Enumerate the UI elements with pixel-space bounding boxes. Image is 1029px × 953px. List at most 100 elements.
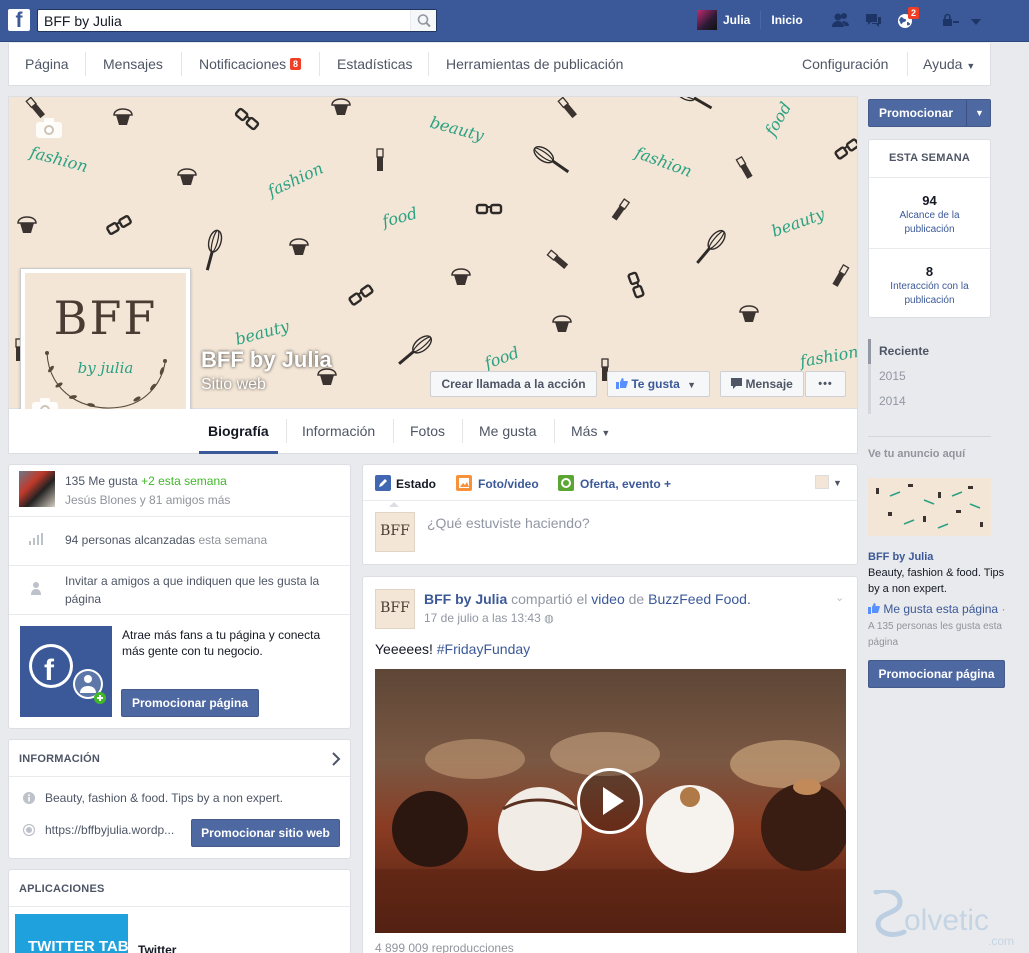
solvetic-logo-icon (873, 890, 907, 937)
chevron-right-icon[interactable] (331, 752, 341, 769)
post-video-link[interactable]: video (591, 591, 624, 607)
facebook-add-fans-icon: f (29, 644, 106, 704)
offer-event-icon (558, 475, 574, 494)
nav-page[interactable]: Página (25, 43, 69, 85)
cover-word-fashion-2: fashion (264, 158, 326, 201)
nav-notifications-badge: 8 (290, 58, 302, 70)
engagement-value: 8 (925, 264, 934, 279)
timeline-recent[interactable]: Reciente (879, 344, 929, 358)
user-name-link[interactable]: Julia (723, 13, 750, 27)
info-website-link[interactable]: https://bffbyjulia.wordp... (45, 823, 174, 837)
info-title[interactable]: INFORMACIÓN (19, 753, 100, 765)
solvetic-watermark-suffix: .com (988, 934, 1015, 948)
cover-word-beauty-2: beauty (769, 204, 828, 241)
likes-delta: +2 esta semana (141, 474, 227, 488)
thumbs-up-icon (616, 378, 628, 389)
tab-likes[interactable]: Me gusta (479, 409, 537, 453)
cover-word-beauty-3: beauty (233, 316, 292, 349)
chevron-down-icon[interactable]: ▼ (833, 478, 842, 488)
search-button[interactable] (410, 10, 436, 31)
more-options-button[interactable]: ••• (805, 371, 846, 397)
post-date[interactable]: 17 de julio a las 13:43 (424, 611, 541, 625)
nav-publishing-tools[interactable]: Herramientas de publicación (446, 43, 623, 85)
ad-preview-title[interactable]: Ve tu anuncio aquí (868, 448, 965, 460)
post-text: Yeeeees! (375, 641, 433, 657)
ad-like-link[interactable]: Me gusta esta página (883, 602, 998, 616)
nav-notifications[interactable]: Notificaciones (199, 43, 286, 85)
promote-website-button[interactable]: Promocionar sitio web (191, 819, 340, 847)
post-hashtag[interactable]: #FridayFunday (437, 641, 530, 657)
tab-timeline[interactable]: Biografía (199, 409, 278, 454)
page-admin-nav: Página Mensajes Notificaciones 8 Estadís… (8, 43, 991, 86)
reach-label-link[interactable]: Alcance de la publicación (879, 209, 980, 237)
change-cover-camera-icon[interactable] (35, 117, 63, 142)
friend-requests-icon[interactable] (830, 10, 852, 30)
post-author-avatar[interactable]: BFF (375, 589, 415, 629)
this-week-card: ESTA SEMANA 94 Alcance de la publicación… (868, 139, 991, 318)
logo-text: BFF (53, 291, 158, 345)
timeline-2015[interactable]: 2015 (879, 369, 906, 383)
tab-more[interactable]: Más ▼ (571, 409, 610, 453)
post-video[interactable] (375, 669, 846, 933)
nav-statistics[interactable]: Estadísticas (337, 43, 412, 85)
twitter-app-tile[interactable]: TWITTER TAB (15, 914, 129, 953)
account-menu-chevron-icon[interactable] (970, 15, 982, 25)
photo-video-icon (456, 475, 472, 494)
nav-messages[interactable]: Mensajes (103, 43, 163, 85)
tab-info[interactable]: Información (302, 409, 375, 453)
privacy-lock-icon[interactable] (940, 10, 962, 30)
ad-promote-page-button[interactable]: Promocionar página (868, 660, 1005, 688)
play-button[interactable] (577, 768, 643, 834)
apps-title: APLICACIONES (19, 883, 105, 895)
timeline-2014[interactable]: 2014 (879, 394, 906, 408)
audience-globe-icon[interactable]: ◍ (544, 613, 554, 625)
cover-word-food-2: food (379, 203, 419, 231)
reach-suffix: esta semana (198, 533, 268, 547)
promote-illustration: f (20, 626, 112, 717)
promote-button-label: Promocionar (879, 106, 954, 120)
user-avatar[interactable] (697, 10, 717, 30)
play-icon (603, 787, 624, 815)
create-cta-button[interactable]: Crear llamada a la acción (430, 371, 597, 397)
facebook-logo-icon[interactable]: f (8, 9, 30, 31)
post-options-chevron-icon[interactable]: ⌄ (835, 591, 844, 604)
composer-input[interactable]: ¿Qué estuviste haciendo? (427, 515, 590, 531)
tab-photos[interactable]: Fotos (410, 409, 445, 453)
post-author-link[interactable]: BFF by Julia (424, 591, 507, 607)
apps-card: APLICACIONES TWITTER TAB Twitter (8, 869, 351, 953)
message-bubble-icon (731, 378, 743, 389)
notifications-badge: 2 (908, 7, 920, 19)
page-title[interactable]: BFF by Julia (201, 347, 332, 373)
post-source-link[interactable]: BuzzFeed Food. (648, 591, 751, 607)
ad-preview-image[interactable] (868, 478, 991, 536)
video-views: 4 899 009 reproducciones (375, 941, 514, 953)
liked-button[interactable]: Te gusta ▼ (607, 371, 710, 397)
likes-count[interactable]: 135 Me gusta (65, 474, 138, 488)
twitter-app-name[interactable]: Twitter (138, 943, 176, 953)
messages-icon[interactable] (862, 10, 884, 30)
reach-value: 94 (922, 193, 937, 208)
invite-friends-link[interactable]: Invitar a amigos a que indiquen que les … (65, 572, 335, 608)
nav-settings[interactable]: Configuración (802, 43, 888, 85)
likes-friends[interactable]: Jesús Blones y 81 amigos más (65, 493, 230, 507)
home-link[interactable]: Inicio (771, 13, 802, 27)
friends-likes-thumbnail[interactable] (19, 471, 55, 507)
engagement-label-link[interactable]: Interacción con la publicación (875, 280, 984, 308)
composer-tab-photo[interactable]: Foto/video (478, 477, 539, 491)
liked-button-label: Te gusta (631, 377, 680, 391)
promote-dropdown-chevron-icon[interactable]: ▼ (975, 100, 984, 126)
composer-tab-offer[interactable]: Oferta, evento + (580, 477, 671, 491)
nav-help[interactable]: Ayuda ▼ (923, 43, 975, 85)
posting-as-avatar[interactable] (815, 475, 829, 489)
message-button-label: Mensaje (745, 377, 793, 391)
promote-button[interactable]: Promocionar ▼ (868, 99, 991, 127)
info-card: INFORMACIÓN Beauty, fashion & food. Tips… (8, 739, 351, 859)
page-category[interactable]: Sitio web (201, 376, 266, 394)
info-circle-icon (23, 792, 35, 807)
composer-tab-status[interactable]: Estado (396, 477, 436, 491)
ad-page-name-link[interactable]: BFF by Julia (868, 551, 933, 563)
search-input[interactable] (38, 10, 408, 31)
promote-page-button[interactable]: Promocionar página (121, 689, 259, 717)
search-box[interactable] (37, 9, 437, 32)
message-button[interactable]: Mensaje (720, 371, 804, 397)
